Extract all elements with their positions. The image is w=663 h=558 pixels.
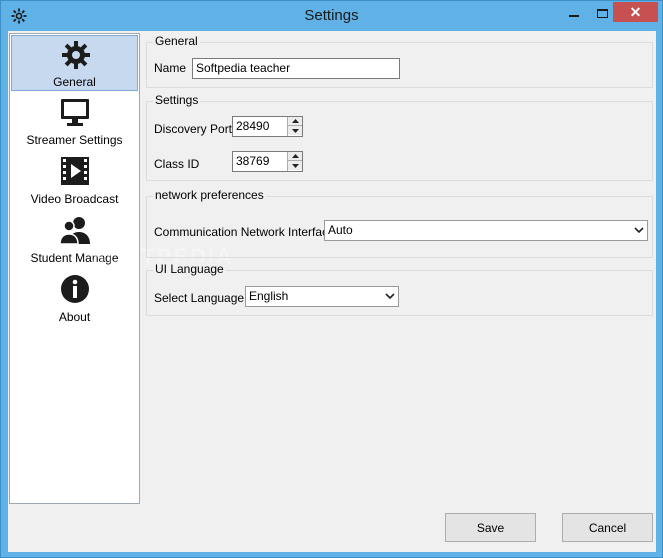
- class-id-spin-buttons: [287, 152, 302, 171]
- name-label: Name: [154, 61, 187, 75]
- close-button[interactable]: ✕: [613, 2, 658, 22]
- minimize-icon: [569, 15, 579, 17]
- class-id-stepper[interactable]: 38769: [232, 151, 303, 172]
- save-button[interactable]: Save: [445, 513, 536, 542]
- sidebar-item-label: Video Broadcast: [30, 192, 119, 206]
- sidebar-item-streamer-settings[interactable]: Streamer Settings: [11, 93, 138, 149]
- cancel-button[interactable]: Cancel: [562, 513, 653, 542]
- maximize-button[interactable]: [589, 2, 615, 24]
- network-interface-value: Auto: [328, 223, 353, 237]
- discovery-port-label: Discovery Port: [154, 122, 233, 136]
- gear-icon: [62, 41, 90, 69]
- general-group-title: General: [153, 34, 200, 48]
- settings-window: Settings ✕ General Streamer Settings Vid…: [0, 0, 663, 558]
- select-language-label: Select Language: [154, 291, 245, 305]
- language-value: English: [249, 289, 289, 303]
- minimize-button[interactable]: [561, 2, 587, 24]
- ui-language-group: UI Language Select Language English: [146, 262, 653, 316]
- sidebar-item-general[interactable]: General: [11, 35, 138, 91]
- sidebar-item-label: About: [58, 310, 91, 324]
- info-icon: [61, 275, 89, 303]
- caret-up-icon: [291, 154, 299, 158]
- discovery-port-up-button[interactable]: [288, 117, 302, 126]
- network-group-title: network preferences: [153, 188, 266, 202]
- class-id-value: 38769: [236, 154, 270, 168]
- title-bar[interactable]: Settings ✕: [1, 1, 662, 31]
- settings-group-title: Settings: [153, 93, 201, 107]
- monitor-icon: [61, 99, 89, 126]
- sidebar-item-label: General: [53, 75, 96, 89]
- discovery-port-spin-buttons: [287, 117, 302, 136]
- sidebar-item-video-broadcast[interactable]: Video Broadcast: [11, 152, 138, 208]
- caret-down-icon: [291, 163, 299, 168]
- discovery-port-value: 28490: [236, 119, 270, 133]
- name-field[interactable]: Softpedia teacher: [192, 58, 400, 79]
- chevron-down-icon: [385, 293, 395, 300]
- client-area: General Streamer Settings Video Broadcas…: [8, 31, 656, 552]
- ui-language-group-title: UI Language: [153, 262, 226, 276]
- sidebar-item-about[interactable]: About: [11, 270, 138, 326]
- network-group: network preferences Communication Networ…: [146, 188, 653, 258]
- network-interface-label: Communication Network Interface: [154, 225, 335, 239]
- network-interface-select[interactable]: Auto: [324, 220, 648, 241]
- class-id-label: Class ID: [154, 157, 200, 171]
- sidebar-item-label: Streamer Settings: [26, 133, 123, 147]
- caret-down-icon: [291, 128, 299, 133]
- maximize-icon: [596, 8, 608, 18]
- class-id-down-button[interactable]: [288, 161, 302, 170]
- discovery-port-stepper[interactable]: 28490: [232, 116, 303, 137]
- caret-up-icon: [291, 119, 299, 123]
- discovery-port-down-button[interactable]: [288, 126, 302, 135]
- close-icon: ✕: [629, 4, 642, 20]
- chevron-down-icon: [634, 227, 644, 234]
- general-group: General Name Softpedia teacher: [146, 34, 653, 88]
- users-icon: [59, 217, 90, 245]
- language-select[interactable]: English: [245, 286, 399, 307]
- settings-group: Settings Discovery Port 28490 Class ID 3…: [146, 93, 653, 181]
- class-id-up-button[interactable]: [288, 152, 302, 161]
- film-icon: [61, 157, 89, 185]
